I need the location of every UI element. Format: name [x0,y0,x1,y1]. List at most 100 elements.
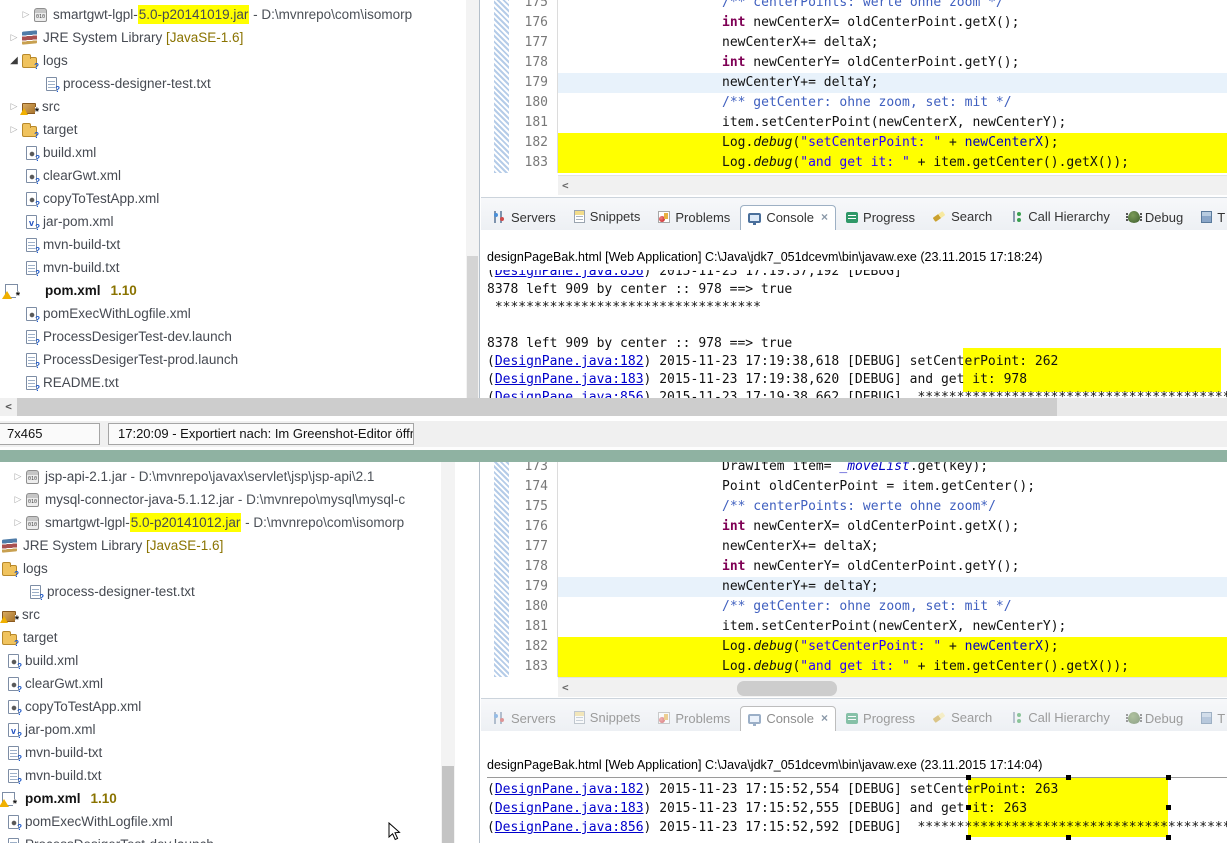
tree-item[interactable]: jar-pom.xml [0,210,461,233]
tab-console[interactable]: Console× [740,706,836,732]
editor-horizontal-scrollbar[interactable]: < [558,677,1227,697]
tree-item[interactable]: mvn-build-txt [0,741,440,764]
tree-item[interactable]: ▷smartgwt-lgpl-5.0-p20141019.jar - D:\mv… [0,3,461,26]
tree-item[interactable]: ▷mysql-connector-java-5.1.12.jar - D:\mv… [0,488,440,511]
tree-item[interactable]: ProcessDesigerTest-prod.launch [0,348,461,371]
tab-debug[interactable]: Debug [1120,706,1191,732]
tab-progress[interactable]: Progress [838,205,923,231]
tab-servers[interactable]: Servers [486,706,564,732]
ant-icon [26,192,37,206]
selection-handle[interactable] [966,835,971,840]
selection-handle[interactable] [1166,805,1171,810]
tree-item[interactable]: ProcessDesigerTest-dev.launch [0,325,461,348]
tree-item[interactable]: ProcessDesigerTest-dev.launch [0,833,440,843]
tab-t[interactable]: T [1193,706,1227,732]
pane-divider[interactable] [479,462,480,843]
tree-item[interactable]: ◢logs [0,49,461,72]
tree-item[interactable]: ▷JRE System Library [JavaSE-1.6] [0,26,461,49]
pane-divider[interactable] [479,0,480,398]
close-icon[interactable]: × [821,711,828,725]
tab-search[interactable]: Search [925,705,1000,731]
tree-item[interactable]: target [0,626,440,649]
tree-item-label: smartgwt-lgpl- [53,7,138,22]
tree-item[interactable]: clearGwt.xml [0,164,461,187]
tree-item[interactable]: ▷src [0,95,461,118]
explorer-vertical-scrollbar[interactable] [466,0,479,398]
scrollbar-thumb[interactable] [467,256,478,398]
collapse-arrow-icon[interactable]: ▷ [10,494,26,505]
collapse-arrow-icon[interactable]: ▷ [10,517,26,528]
selection-handle[interactable] [1066,835,1071,840]
tree-item[interactable]: copyToTestApp.xml [0,187,461,210]
greenshot-horizontal-scrollbar[interactable]: < [0,398,1227,416]
tab-servers[interactable]: Servers [486,205,564,231]
java-editor-bottom[interactable]: 173DrawItem item= _moveList.get(key);174… [481,462,1227,698]
tree-item[interactable]: mvn-build.txt [0,256,461,279]
tree-item[interactable]: JRE System Library [JavaSE-1.6] [0,534,440,557]
tree-item[interactable]: build.xml [0,649,440,672]
tree-item[interactable]: pom.xml1.10 [0,279,461,302]
collapse-arrow-icon[interactable]: ▷ [6,32,22,43]
selection-handle[interactable] [1166,775,1171,780]
tree-item[interactable]: jar-pom.xml [0,718,440,741]
scroll-left-arrow-icon[interactable]: < [562,678,569,698]
tree-item[interactable]: pomExecWithLogfile.xml [0,810,440,833]
scrollbar-thumb[interactable] [442,766,454,843]
scrollbar-thumb[interactable] [17,398,1057,416]
tree-item[interactable]: copyToTestApp.xml [0,695,440,718]
text-segment: ( [487,270,495,281]
tree-item[interactable]: README.txt [0,371,461,394]
revision-label: 1.10 [111,283,137,298]
close-icon[interactable]: × [821,210,828,224]
console-link[interactable]: DesignPane.java:856 [495,820,644,835]
tree-item[interactable]: clearGwt.xml [0,672,440,695]
selection-handle[interactable] [1166,835,1171,840]
expand-arrow-icon[interactable]: ◢ [6,55,22,66]
tree-item[interactable]: src [0,603,440,626]
tree-item[interactable]: build.xml [0,141,461,164]
tree-item[interactable]: pomExecWithLogfile.xml [0,302,461,325]
tab-call-hierarchy[interactable]: Call Hierarchy [1002,705,1118,731]
console-link[interactable]: DesignPane.java:856 [495,390,644,398]
explorer-vertical-scrollbar[interactable] [441,462,455,843]
console-output: (DesignPane.java:182) 2015-11-23 17:15:5… [487,780,1227,837]
console-link[interactable]: DesignPane.java:183 [495,801,644,816]
tab-search[interactable]: Search [925,204,1000,230]
tab-console[interactable]: Console× [740,205,836,231]
tab-problems[interactable]: Problems [650,205,738,231]
java-editor-top[interactable]: 175/** centerPoints: werte ohne zoom */1… [481,0,1227,196]
text-segment: "setCenterPoint: " [800,639,941,654]
tree-item-label: mvn-build-txt [43,237,120,252]
console-link[interactable]: DesignPane.java:183 [495,372,644,387]
selection-handle[interactable] [966,775,971,780]
tree-item[interactable]: process-designer-test.txt [0,580,440,603]
scroll-left-arrow-icon[interactable]: < [562,176,569,196]
tab-t[interactable]: T [1193,205,1227,231]
console-link[interactable]: DesignPane.java:182 [495,782,644,797]
tree-item[interactable]: ▷smartgwt-lgpl-5.0-p20141012.jar - D:\mv… [0,511,440,534]
editor-horizontal-scrollbar[interactable]: < [558,175,1227,195]
console-link[interactable]: DesignPane.java:182 [495,354,644,369]
collapse-arrow-icon[interactable]: ▷ [6,124,22,135]
tree-item[interactable]: ▷jsp-api-2.1.jar - D:\mvnrepo\javax\serv… [0,465,440,488]
tree-item[interactable]: mvn-build-txt [0,233,461,256]
tab-snippets[interactable]: Snippets [566,705,649,731]
tree-item[interactable]: pom.xml1.10 [0,787,440,810]
tab-debug[interactable]: Debug [1120,205,1191,231]
tree-item[interactable]: ▷target [0,118,461,141]
selection-handle[interactable] [966,805,971,810]
tab-snippets[interactable]: Snippets [566,204,649,230]
text-segment: Log. [722,659,753,674]
tree-item[interactable]: mvn-build.txt [0,764,440,787]
collapse-arrow-icon[interactable]: ▷ [18,9,34,20]
console-link[interactable]: DesignPane.java:856 [495,270,644,281]
tree-item[interactable]: process-designer-test.txt [0,72,461,95]
tab-call-hierarchy[interactable]: Call Hierarchy [1002,204,1118,230]
tab-progress[interactable]: Progress [838,706,923,732]
tab-problems[interactable]: Problems [650,706,738,732]
scrollbar-thumb[interactable] [737,681,837,696]
selection-handle[interactable] [1066,775,1071,780]
collapse-arrow-icon[interactable]: ▷ [10,471,26,482]
scroll-left-arrow-icon[interactable]: < [0,398,17,416]
tree-item[interactable]: logs [0,557,440,580]
